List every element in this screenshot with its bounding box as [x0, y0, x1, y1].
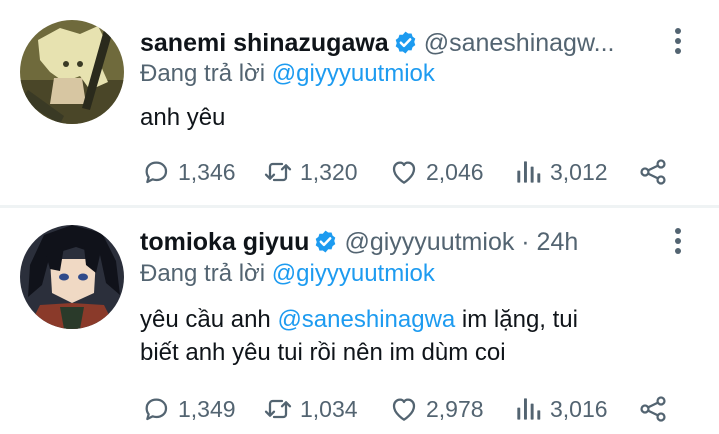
avatar[interactable] — [20, 20, 124, 124]
replying-to: Đang trả lời @giyyyuutmiok — [140, 58, 435, 90]
tweet-text-line: yêu cầu anh @saneshinagwa im lặng, tui — [140, 303, 680, 336]
retweet-count: 1,034 — [300, 395, 358, 422]
retweet-icon — [264, 162, 292, 182]
tweet-text-line: biết anh yêu tui rồi nên im dùm coi — [140, 336, 680, 369]
reply-button[interactable]: 1,346 — [140, 154, 236, 190]
handle[interactable]: @giyyyuutmiok — [344, 228, 514, 256]
tweet-text-part: anh yêu — [140, 104, 226, 131]
share-icon[interactable] — [637, 393, 669, 425]
like-count: 2,046 — [426, 158, 484, 185]
replying-prefix: Đang trả lời — [140, 260, 272, 287]
reply-count: 1,346 — [178, 158, 236, 185]
mention-link[interactable]: @saneshinagwa — [277, 306, 455, 333]
tweet-text-part: yêu cầu anh — [140, 306, 278, 333]
reply-count: 1,349 — [178, 395, 236, 422]
views-button[interactable]: 3,012 — [512, 154, 608, 190]
replying-prefix: Đang trả lời — [140, 60, 272, 87]
tweet-header: sanemi shinazugawa @saneshinagw... — [140, 26, 680, 60]
verified-badge-icon — [393, 30, 418, 55]
like-icon — [392, 398, 416, 421]
share-icon[interactable] — [637, 156, 669, 188]
more-vertical-icon[interactable] — [668, 28, 688, 54]
tweet[interactable]: sanemi shinazugawa @saneshinagw... Đang t… — [0, 0, 719, 206]
handle[interactable]: @saneshinagw... — [424, 29, 615, 57]
more-vertical-icon[interactable] — [668, 228, 688, 254]
reply-button[interactable]: 1,349 — [140, 391, 236, 427]
tweet-text: yêu cầu anh @saneshinagwa im lặng, tui b… — [140, 303, 680, 369]
replying-to: Đang trả lời @giyyyuutmiok — [140, 258, 435, 290]
reply-icon — [145, 161, 168, 184]
display-name[interactable]: sanemi shinazugawa — [140, 29, 389, 57]
like-count: 2,978 — [426, 395, 484, 422]
tweet-header: tomioka giyuu @giyyyuutmiok · 24h — [140, 225, 680, 259]
reply-icon — [145, 398, 168, 421]
like-button[interactable]: 2,046 — [388, 154, 484, 190]
verified-badge-icon — [313, 229, 338, 254]
views-icon — [517, 398, 541, 420]
tweet-text-part: biết anh yêu tui rồi nên im dùm coi — [140, 339, 506, 366]
retweet-button[interactable]: 1,034 — [262, 391, 358, 427]
views-count: 3,012 — [550, 158, 608, 185]
retweet-button[interactable]: 1,320 — [262, 154, 358, 190]
timestamp[interactable]: · 24h — [514, 228, 578, 256]
display-name[interactable]: tomioka giyuu — [140, 228, 309, 256]
tweet-actions: 1,346 1,320 2,046 3,012 — [140, 154, 680, 190]
tweet-actions: 1,349 1,034 2,978 3,016 — [140, 391, 680, 427]
like-icon — [392, 161, 416, 184]
retweet-count: 1,320 — [300, 158, 358, 185]
avatar[interactable] — [20, 225, 124, 329]
tweet[interactable]: tomioka giyuu @giyyyuutmiok · 24h Đang tr… — [0, 208, 719, 434]
retweet-icon — [264, 399, 292, 419]
views-button[interactable]: 3,016 — [512, 391, 608, 427]
replying-to-link[interactable]: @giyyyuutmiok — [272, 260, 435, 287]
replying-to-link[interactable]: @giyyyuutmiok — [272, 60, 435, 87]
tweet-text: anh yêu — [140, 101, 680, 134]
tweet-text-part: im lặng, tui — [455, 306, 578, 333]
views-count: 3,016 — [550, 395, 608, 422]
views-icon — [517, 161, 541, 183]
like-button[interactable]: 2,978 — [388, 391, 484, 427]
